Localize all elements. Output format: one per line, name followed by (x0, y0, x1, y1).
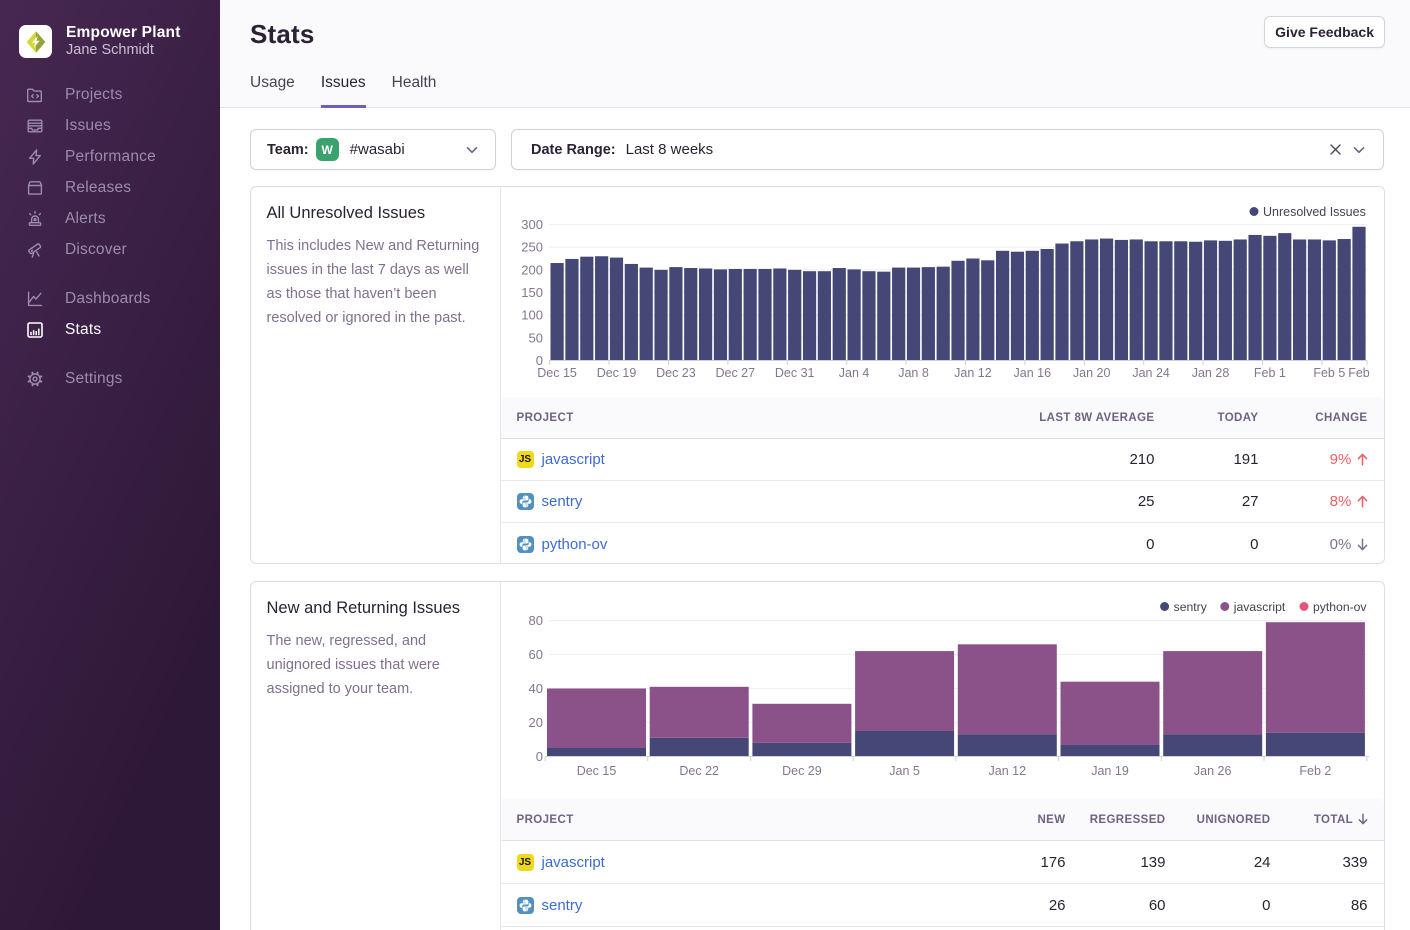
svg-text:Feb 2: Feb 2 (1299, 764, 1331, 778)
svg-text:Jan 4: Jan 4 (838, 366, 869, 380)
svg-text:Dec 15: Dec 15 (576, 764, 616, 778)
svg-text:Jan 8: Jan 8 (898, 366, 929, 380)
svg-text:0: 0 (535, 749, 542, 764)
svg-text:Jan 19: Jan 19 (1091, 764, 1129, 778)
svg-text:Dec 27: Dec 27 (715, 366, 755, 380)
svg-text:python-ov: python-ov (1313, 600, 1367, 614)
svg-text:Feb 5: Feb 5 (1313, 366, 1345, 380)
svg-text:Dec 15: Dec 15 (537, 366, 577, 380)
svg-text:Unresolved Issues: Unresolved Issues (1263, 205, 1366, 219)
svg-text:100: 100 (521, 308, 543, 323)
svg-text:Dec 31: Dec 31 (774, 366, 814, 380)
svg-text:250: 250 (521, 240, 543, 255)
svg-text:Jan 12: Jan 12 (954, 366, 992, 380)
svg-text:Jan 24: Jan 24 (1132, 366, 1170, 380)
svg-text:Feb: Feb (1348, 366, 1370, 380)
svg-text:50: 50 (528, 330, 542, 345)
svg-text:Jan 5: Jan 5 (889, 764, 920, 778)
svg-text:Jan 28: Jan 28 (1191, 366, 1229, 380)
svg-text:Dec 22: Dec 22 (679, 764, 719, 778)
svg-text:60: 60 (528, 647, 542, 662)
svg-text:Jan 12: Jan 12 (988, 764, 1026, 778)
svg-text:javascript: javascript (1232, 600, 1285, 614)
svg-text:Dec 19: Dec 19 (596, 366, 636, 380)
svg-text:Dec 23: Dec 23 (656, 366, 696, 380)
svg-text:200: 200 (521, 262, 543, 277)
svg-text:Jan 26: Jan 26 (1193, 764, 1231, 778)
svg-text:300: 300 (521, 217, 543, 232)
svg-text:Jan 16: Jan 16 (1013, 366, 1051, 380)
svg-text:sentry: sentry (1173, 600, 1207, 614)
svg-text:Dec 29: Dec 29 (782, 764, 822, 778)
svg-text:20: 20 (528, 715, 542, 730)
svg-text:Feb 1: Feb 1 (1253, 366, 1285, 380)
svg-text:Jan 20: Jan 20 (1072, 366, 1110, 380)
svg-text:40: 40 (528, 681, 542, 696)
svg-text:150: 150 (521, 285, 543, 300)
svg-text:80: 80 (528, 613, 542, 628)
